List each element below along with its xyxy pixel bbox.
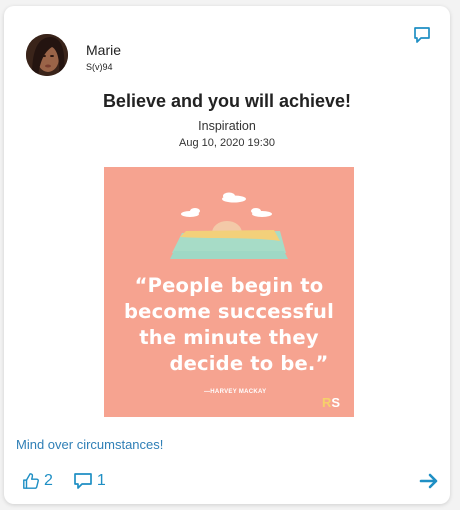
comment-button[interactable]: 1: [73, 472, 106, 490]
quote-line: become successful: [124, 300, 334, 323]
comment-icon[interactable]: [412, 25, 432, 45]
avatar-picture: [26, 34, 68, 76]
landscape-illustration: [170, 192, 288, 259]
post-actions: 2 1: [22, 469, 126, 493]
arrow-right-icon[interactable]: [418, 470, 440, 492]
comment-icon: [74, 473, 92, 489]
post-category: Inspiration: [198, 119, 256, 133]
quote-line: the minute they: [139, 326, 319, 349]
author-handle: S(v)94: [86, 62, 113, 72]
rs-logo: RS: [322, 395, 341, 410]
thumbs-up-icon: [23, 473, 39, 489]
quote-author: —HARVEY MACKAY: [204, 389, 267, 395]
author-name[interactable]: Marie: [86, 42, 121, 58]
like-button[interactable]: 2: [22, 472, 53, 490]
post-date: Aug 10, 2020 19:30: [178, 137, 276, 149]
post-caption: Mind over circumstances!: [16, 437, 164, 452]
avatar[interactable]: [26, 34, 68, 76]
quote-line: decide to be.”: [169, 352, 329, 375]
like-count: 2: [44, 472, 53, 489]
post-card: Marie S(v)94 Believe and you will achiev…: [4, 6, 450, 504]
comment-count: 1: [96, 472, 106, 489]
post-image[interactable]: “People begin to become successful the m…: [104, 167, 354, 417]
post-title: Believe and you will achieve!: [102, 91, 352, 111]
quote-line: “People begin to: [134, 274, 324, 297]
